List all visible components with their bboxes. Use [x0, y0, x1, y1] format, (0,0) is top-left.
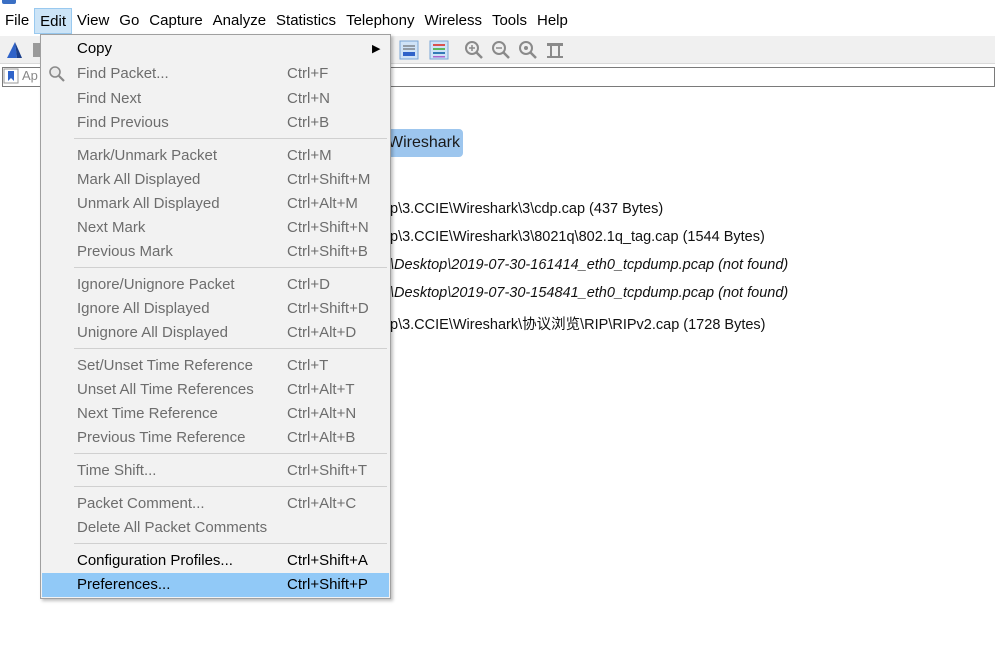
menu-edit[interactable]: Edit — [34, 8, 73, 34]
menu-item-find-previous[interactable]: Find Previous Ctrl+B — [42, 111, 389, 135]
menu-item-ignore-all-displayed[interactable]: Ignore All Displayed Ctrl+Shift+D — [42, 297, 389, 321]
menu-telephony[interactable]: Telephony — [341, 8, 419, 34]
menu-separator — [74, 543, 387, 544]
menu-item-packet-comment[interactable]: Packet Comment... Ctrl+Alt+C — [42, 492, 389, 516]
menu-item-previous-time-reference[interactable]: Previous Time Reference Ctrl+Alt+B — [42, 426, 389, 450]
zoom-normal-icon[interactable] — [517, 39, 539, 61]
auto-scroll-icon[interactable] — [398, 39, 420, 61]
menu-go[interactable]: Go — [114, 8, 144, 34]
menu-analyze[interactable]: Analyze — [208, 8, 271, 34]
menu-separator — [74, 486, 387, 487]
menu-item-unset-all-time-references[interactable]: Unset All Time References Ctrl+Alt+T — [42, 378, 389, 402]
menu-item-set-unset-time-reference[interactable]: Set/Unset Time Reference Ctrl+T — [42, 354, 389, 378]
menu-view[interactable]: View — [72, 8, 114, 34]
menu-separator — [74, 348, 387, 349]
menu-wireless[interactable]: Wireless — [419, 8, 487, 34]
search-icon — [48, 65, 66, 83]
welcome-banner: Wireshark — [380, 129, 463, 157]
menu-separator — [74, 267, 387, 268]
menu-bar: File Edit View Go Capture Analyze Statis… — [0, 8, 995, 34]
menu-item-unignore-all-displayed[interactable]: Unignore All Displayed Ctrl+Alt+D — [42, 321, 389, 345]
colorize-icon[interactable] — [428, 39, 450, 61]
menu-item-next-time-reference[interactable]: Next Time Reference Ctrl+Alt+N — [42, 402, 389, 426]
filter-bookmark-icon[interactable] — [3, 68, 19, 84]
menu-item-find-next[interactable]: Find Next Ctrl+N — [42, 87, 389, 111]
menu-item-mark-unmark-packet[interactable]: Mark/Unmark Packet Ctrl+M — [42, 144, 389, 168]
recent-file-item[interactable]: \Desktop\2019-07-30-161414_eth0_tcpdump.… — [390, 257, 788, 273]
menu-item-unmark-all-displayed[interactable]: Unmark All Displayed Ctrl+Alt+M — [42, 192, 389, 216]
submenu-arrow-icon: ▶ — [372, 43, 381, 55]
edit-menu-dropdown: Copy ▶ Find Packet... Ctrl+F Find Next C… — [40, 34, 391, 599]
menu-item-mark-all-displayed[interactable]: Mark All Displayed Ctrl+Shift+M — [42, 168, 389, 192]
zoom-out-icon[interactable] — [490, 39, 512, 61]
menu-item-delete-all-packet-comments[interactable]: Delete All Packet Comments — [42, 516, 389, 540]
recent-file-item[interactable]: p\3.CCIE\Wireshark\3\cdp.cap (437 Bytes) — [390, 201, 663, 217]
wireshark-app-icon — [2, 0, 16, 4]
menu-help[interactable]: Help — [532, 8, 573, 34]
menu-file[interactable]: File — [0, 8, 34, 34]
menu-tools[interactable]: Tools — [487, 8, 532, 34]
start-capture-fin-icon[interactable] — [4, 39, 26, 61]
recent-file-item[interactable]: p\3.CCIE\Wireshark\3\8021q\802.1q_tag.ca… — [390, 229, 765, 245]
menu-item-find-packet[interactable]: Find Packet... Ctrl+F — [42, 62, 389, 86]
menu-item-previous-mark[interactable]: Previous Mark Ctrl+Shift+B — [42, 240, 389, 264]
recent-file-item[interactable]: p\3.CCIE\Wireshark\协议浏览\RIP\RIPv2.cap (1… — [390, 313, 766, 334]
title-bar — [0, 0, 995, 6]
display-filter-placeholder: Ap — [22, 68, 38, 83]
zoom-in-icon[interactable] — [463, 39, 485, 61]
menu-item-copy[interactable]: Copy ▶ — [42, 37, 389, 61]
recent-file-item[interactable]: \Desktop\2019-07-30-154841_eth0_tcpdump.… — [390, 285, 788, 301]
resize-columns-icon[interactable] — [544, 39, 566, 61]
menu-separator — [74, 453, 387, 454]
menu-separator — [74, 138, 387, 139]
menu-item-ignore-unignore-packet[interactable]: Ignore/Unignore Packet Ctrl+D — [42, 273, 389, 297]
menu-item-time-shift[interactable]: Time Shift... Ctrl+Shift+T — [42, 459, 389, 483]
menu-statistics[interactable]: Statistics — [271, 8, 341, 34]
menu-item-preferences[interactable]: Preferences... Ctrl+Shift+P — [42, 573, 389, 597]
menu-capture[interactable]: Capture — [144, 8, 207, 34]
menu-item-configuration-profiles[interactable]: Configuration Profiles... Ctrl+Shift+A — [42, 549, 389, 573]
menu-item-next-mark[interactable]: Next Mark Ctrl+Shift+N — [42, 216, 389, 240]
